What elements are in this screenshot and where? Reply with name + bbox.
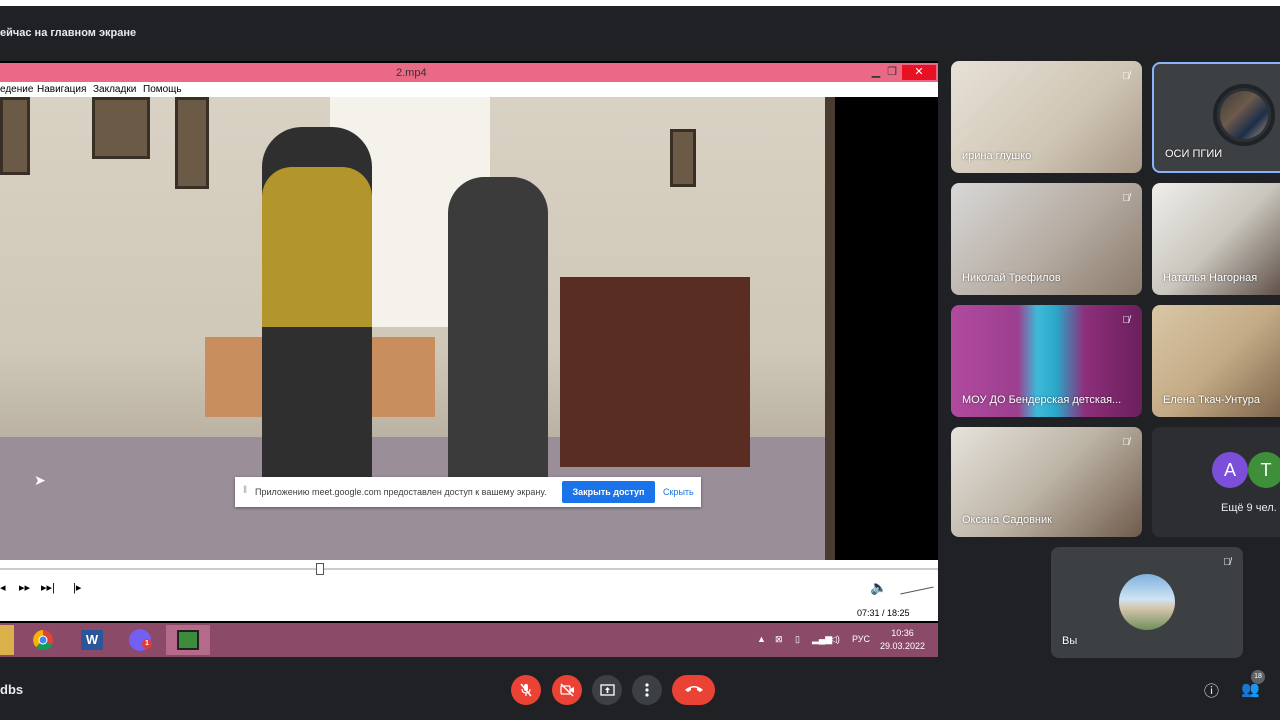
menu-view[interactable]: едение xyxy=(0,84,33,95)
tray-battery-icon[interactable]: ▯ xyxy=(795,634,800,645)
more-options-button[interactable] xyxy=(632,675,662,705)
avatar: T xyxy=(1248,452,1280,488)
mouse-cursor-icon: ➤ xyxy=(34,472,46,488)
video-letterbox xyxy=(825,97,938,560)
chrome-icon[interactable] xyxy=(21,625,65,655)
mic-off-icon: 🎙̸ xyxy=(1122,193,1130,204)
tray-volume-icon[interactable]: ◁) xyxy=(830,634,840,645)
avatar: A xyxy=(1212,452,1248,488)
player-title: 2.mp4 xyxy=(396,67,427,79)
tray-network-icon[interactable]: ⊠ xyxy=(775,634,783,645)
menu-help[interactable]: Помощь xyxy=(143,84,182,95)
avatar xyxy=(1213,84,1275,146)
viber-badge: 1 xyxy=(142,639,152,649)
more-vert-icon xyxy=(645,683,649,697)
wall-picture xyxy=(670,129,696,187)
presentation-title: ейчас на главном экране xyxy=(0,27,137,39)
share-notification: ‖ Приложению meet.google.com предоставле… xyxy=(235,477,701,507)
participant-name: Николай Трефилов xyxy=(962,272,1061,284)
skip-next-icon[interactable]: ▸▸| xyxy=(41,581,55,594)
frame-step-icon[interactable]: |▸ xyxy=(73,581,81,594)
people-count-badge: 18 xyxy=(1251,670,1265,684)
mic-off-icon: 🎙̸ xyxy=(1223,557,1231,568)
menu-bookmarks[interactable]: Закладки xyxy=(93,84,136,95)
participant-tile[interactable]: 🎙̸ Николай Трефилов xyxy=(951,183,1142,295)
mic-off-icon: 🎙̸ xyxy=(1122,437,1130,448)
participant-name: ОСИ ПГИИ xyxy=(1165,148,1223,160)
hang-up-icon xyxy=(684,686,703,692)
mic-off-icon: 🎙̸ xyxy=(1122,315,1130,326)
player-status-bar: 07:31 / 18:25 xyxy=(0,605,938,621)
media-player-icon[interactable] xyxy=(166,625,210,655)
hide-button[interactable]: Скрыть xyxy=(663,487,694,497)
present-button[interactable] xyxy=(592,675,622,705)
participant-tile[interactable]: ОСИ ПГИИ xyxy=(1152,62,1280,173)
video-singer xyxy=(262,127,372,487)
mic-toggle-button[interactable] xyxy=(511,675,541,705)
player-menu: едение Навигация Закладки Помощь xyxy=(0,82,938,98)
participant-name: МОУ ДО Бендерская детская... xyxy=(962,394,1122,406)
camera-off-icon xyxy=(559,683,574,697)
shared-screen: 2.mp4 ▁ ❐ ✕ едение Навигация Закладки По… xyxy=(0,61,938,657)
volume-icon[interactable]: 🔈 xyxy=(870,579,887,596)
participant-tile[interactable]: Наталья Нагорная xyxy=(1152,183,1280,295)
share-notification-text: Приложению meet.google.com предоставлен … xyxy=(255,487,547,497)
info-icon[interactable]: ⓘ xyxy=(1204,680,1219,701)
mic-off-icon xyxy=(520,683,532,697)
menu-navigation[interactable]: Навигация xyxy=(37,84,86,95)
restore-icon[interactable]: ❐ xyxy=(882,65,902,78)
avatar xyxy=(1119,574,1175,630)
wall-picture xyxy=(0,97,30,175)
participant-tile[interactable]: Елена Ткач-Унтура xyxy=(1152,305,1280,417)
present-icon xyxy=(599,683,615,696)
stop-sharing-button[interactable]: Закрыть доступ xyxy=(562,481,655,503)
windows-taskbar: W 1 ▲ ⊠ ▯ ▂▄▆ ◁) РУС 10:36 29.03.2022 xyxy=(0,623,938,657)
participant-name: Оксана Садовник xyxy=(962,514,1052,526)
wall-picture xyxy=(175,97,209,189)
self-tile[interactable]: 🎙̸ Вы xyxy=(1051,547,1243,658)
tray-arrow-icon[interactable]: ▲ xyxy=(757,634,766,644)
participant-name: Елена Ткач-Унтура xyxy=(1163,394,1261,406)
more-participants-tile[interactable]: A T Ещё 9 чел. xyxy=(1152,427,1280,537)
prev-icon[interactable]: ◂ xyxy=(0,581,6,594)
participant-name: ирина глушко xyxy=(962,150,1032,162)
camera-toggle-button[interactable] xyxy=(552,675,582,705)
viber-icon[interactable]: 1 xyxy=(118,625,162,655)
participant-name: Вы xyxy=(1062,635,1078,647)
participant-tile[interactable]: 🎙̸ ирина глушко xyxy=(951,61,1142,173)
mic-off-icon: 🎙̸ xyxy=(1122,71,1130,82)
seek-thumb[interactable] xyxy=(316,563,324,575)
playback-time: 07:31 / 18:25 xyxy=(857,608,910,618)
tray-clock[interactable]: 10:36 29.03.2022 xyxy=(880,627,925,653)
participant-tile[interactable]: 🎙̸ Оксана Садовник xyxy=(951,427,1142,537)
meeting-code: dbs xyxy=(0,682,24,697)
fast-forward-icon[interactable]: ▸▸ xyxy=(19,581,30,594)
top-strip xyxy=(0,0,1280,6)
player-titlebar: 2.mp4 ▁ ❐ ✕ xyxy=(0,63,938,82)
seek-bar[interactable] xyxy=(0,568,938,570)
end-call-button[interactable] xyxy=(672,675,715,705)
more-participants-label: Ещё 9 чел. xyxy=(1221,502,1277,514)
participant-name: Наталья Нагорная xyxy=(1163,272,1258,284)
video-violinist xyxy=(448,177,548,497)
drag-handle-icon[interactable]: ‖ xyxy=(243,485,247,496)
wall-picture xyxy=(92,97,150,159)
word-icon[interactable]: W xyxy=(70,625,114,655)
file-explorer-icon[interactable] xyxy=(0,625,14,655)
tray-language[interactable]: РУС xyxy=(852,634,870,644)
player-controls: ◂ ▸▸ ▸▸| |▸ 🔈 xyxy=(0,560,938,605)
close-icon[interactable]: ✕ xyxy=(902,65,936,80)
participant-tile[interactable]: 🎙̸ МОУ ДО Бендерская детская... xyxy=(951,305,1142,417)
video-piano xyxy=(560,277,750,467)
volume-slider[interactable] xyxy=(900,586,934,595)
